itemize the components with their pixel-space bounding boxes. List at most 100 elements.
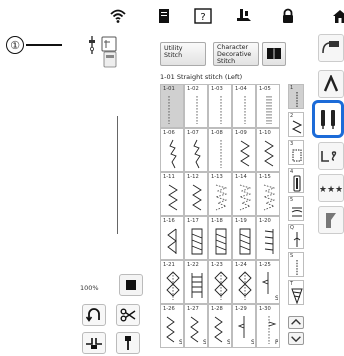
needle-mode-button[interactable] <box>318 70 344 98</box>
stop-icon <box>126 280 136 290</box>
stitch-grid: 1-01 1-02 1-03 1-04 1-05 1-06 1-07 1-08 1-09 1-10… <box>160 84 280 348</box>
category-item[interactable]: 2 <box>288 112 304 137</box>
svg-text:P: P <box>275 339 278 346</box>
stitch-cell[interactable]: 1-23 <box>208 260 232 304</box>
flag-button[interactable] <box>318 206 344 234</box>
category-item[interactable]: 4 <box>288 168 304 193</box>
svg-text:S: S <box>227 339 230 346</box>
stitch-cell[interactable]: 1-21 <box>160 260 184 304</box>
stitch-cell[interactable]: 1-30 P <box>256 304 280 348</box>
machine-screen: ? 100% Utility Stitch Character Decorati… <box>80 0 344 356</box>
decorative-button[interactable]: ★★★ <box>318 174 344 202</box>
stitch-cell[interactable]: 1-06 <box>160 128 184 172</box>
stitch-cell[interactable]: 1-02 <box>184 84 208 128</box>
width-percentage: 100% <box>80 284 99 292</box>
stitch-number: 1-04 <box>235 86 247 92</box>
stop-button[interactable] <box>119 274 143 296</box>
stitch-cell[interactable]: 1-08 <box>208 128 232 172</box>
stitch-cell[interactable]: 1-27 S <box>184 304 208 348</box>
stitch-number: 1-23 <box>211 262 223 268</box>
stitch-number: 1-02 <box>187 86 199 92</box>
stitch-number: 1-20 <box>259 218 271 224</box>
svg-text:S: S <box>203 339 206 346</box>
stitch-cell[interactable]: 1-15 <box>256 172 280 216</box>
stitch-number: 1-12 <box>187 174 199 180</box>
tab-character-line1: Character <box>217 44 249 51</box>
stitch-cell[interactable]: 1-05 <box>256 84 280 128</box>
scissors-icon <box>120 308 136 322</box>
thread-cut-button[interactable] <box>116 304 140 326</box>
stitch-number: 1-28 <box>211 306 223 312</box>
stitch-cell[interactable]: 1-25 S <box>256 260 280 304</box>
category-item[interactable]: 3 <box>288 140 304 165</box>
auto-lock-button[interactable] <box>82 332 106 354</box>
stitch-cell[interactable]: 1-20 <box>256 216 280 260</box>
tab-utility-stitch[interactable]: Utility Stitch <box>160 42 206 66</box>
category-item[interactable]: Q <box>288 224 304 249</box>
stitch-type-icon <box>322 41 339 54</box>
wifi-icon[interactable] <box>110 8 126 24</box>
stitch-number: 1-10 <box>259 130 271 136</box>
stitch-cell[interactable]: 1-29 S <box>232 304 256 348</box>
stitch-number: 1-03 <box>211 86 223 92</box>
stitch-number: 1-29 <box>235 306 247 312</box>
tab-character-line3: Stitch <box>217 58 236 65</box>
callout-number: ① <box>6 36 24 54</box>
stitch-number: 1-22 <box>187 262 199 268</box>
stitch-cell[interactable]: 1-12 <box>184 172 208 216</box>
needle-position-button[interactable] <box>116 332 140 354</box>
scroll-up-button[interactable] <box>288 316 304 329</box>
stitch-cell[interactable]: 1-13 <box>208 172 232 216</box>
stitch-cell[interactable]: 1-01 <box>160 84 184 128</box>
needle-setting-icon[interactable] <box>82 34 120 70</box>
stitch-cell[interactable]: 1-11 <box>160 172 184 216</box>
twin-needle-button[interactable] <box>312 100 344 138</box>
scroll-down-button[interactable] <box>288 332 304 345</box>
needle-icon <box>323 75 339 92</box>
stitch-cell[interactable]: 1-14 <box>232 172 256 216</box>
stitch-cell[interactable]: 1-22 <box>184 260 208 304</box>
presser-foot-icon[interactable] <box>234 8 254 24</box>
stitch-cell[interactable]: 1-19 <box>232 216 256 260</box>
stitch-type-button[interactable] <box>318 34 344 62</box>
stitch-cell[interactable]: 1-09 <box>232 128 256 172</box>
category-item[interactable]: S <box>288 252 304 277</box>
reverse-button[interactable] <box>82 304 106 326</box>
mode-column: ★★★ <box>312 34 344 234</box>
stitch-cell[interactable]: 1-18 <box>208 216 232 260</box>
stitch-cell[interactable]: 1-10 <box>256 128 280 172</box>
memory-button[interactable] <box>318 142 344 170</box>
book-icon <box>267 48 281 60</box>
stitch-cell[interactable]: 1-26 S <box>160 304 184 348</box>
stitch-number: 1-06 <box>163 130 175 136</box>
scroll-up-icon <box>291 318 301 325</box>
stitch-number: 1-09 <box>235 130 247 136</box>
stitch-cell[interactable]: 1-04 <box>232 84 256 128</box>
home-icon[interactable] <box>332 8 344 24</box>
stitch-cell[interactable]: 1-24 <box>232 260 256 304</box>
stitch-number: 1-07 <box>187 130 199 136</box>
selected-stitch-name: 1-01 Straight stitch (Left) <box>160 73 243 81</box>
stitch-cell[interactable]: 1-07 <box>184 128 208 172</box>
stitch-cell[interactable]: 1-17 <box>184 216 208 260</box>
stitch-cell[interactable]: 1-16 <box>160 216 184 260</box>
stitch-cell[interactable]: 1-28 S <box>208 304 232 348</box>
category-item[interactable]: 1 <box>288 84 304 109</box>
document-icon[interactable] <box>156 8 172 24</box>
stitch-guide-button[interactable] <box>262 42 286 66</box>
callout-line <box>26 44 62 46</box>
tab-utility-line2: Stitch <box>164 52 183 59</box>
category-item[interactable]: 5 <box>288 196 304 221</box>
svg-text:S: S <box>251 339 254 346</box>
stitch-cell[interactable]: 1-03 <box>208 84 232 128</box>
stitch-number: 1-26 <box>163 306 175 312</box>
stitch-number: 1-30 <box>259 306 271 312</box>
lock-icon[interactable] <box>280 8 296 24</box>
stitch-number: 1-18 <box>211 218 223 224</box>
memory-icon <box>321 151 337 162</box>
help-icon[interactable]: ? <box>194 8 212 24</box>
tab-character-decorative[interactable]: Character Decorative Stitch <box>213 42 259 66</box>
category-scroll: 1 2 3 4 5 QST <box>288 84 304 354</box>
svg-text:S: S <box>275 295 278 302</box>
category-item[interactable]: T <box>288 280 304 305</box>
